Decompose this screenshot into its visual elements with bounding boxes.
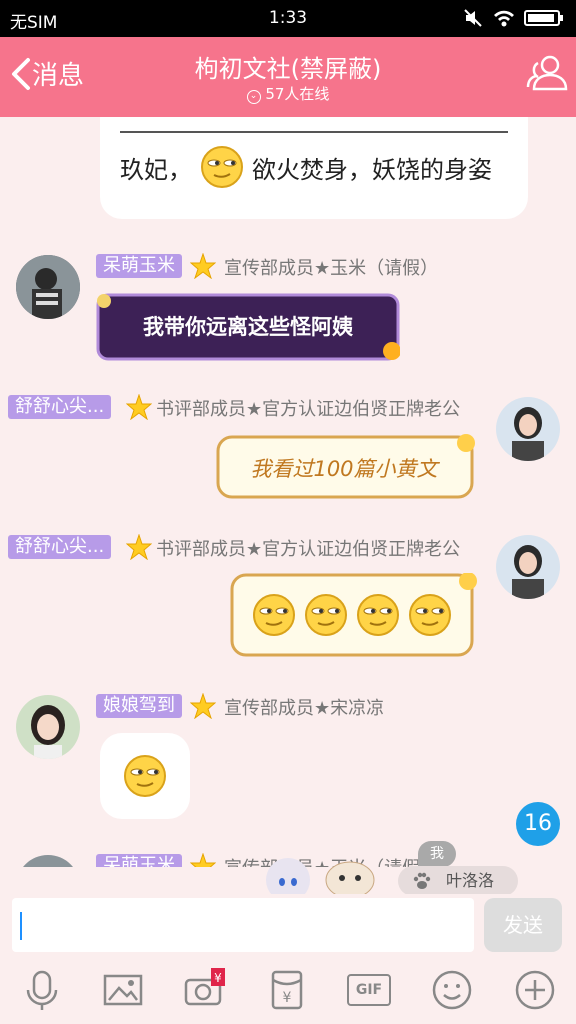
gif-button[interactable]: GIF <box>347 974 391 1006</box>
attachment-toolbar: ¥ ¥ GIF <box>0 958 576 1024</box>
avatar[interactable] <box>16 255 80 319</box>
decoration-characters <box>266 858 375 898</box>
wifi-icon <box>494 10 514 27</box>
red-packet-icon[interactable]: ¥ <box>265 968 309 1012</box>
status-bar: 无SIM 1:33 <box>0 0 576 37</box>
smirk-emoji-icon <box>305 594 347 636</box>
battery-icon <box>524 10 563 26</box>
message-list[interactable]: 玖妃， 欲火焚身，妖饶的身姿 呆萌玉米 宣传部成员★玉米（请假） 我带你远离这些… <box>0 117 576 867</box>
svg-text:¥: ¥ <box>283 990 292 1006</box>
camera-icon[interactable]: ¥ <box>183 968 227 1012</box>
smirk-emoji-icon <box>201 146 243 188</box>
avatar[interactable] <box>16 695 80 759</box>
paw-icon <box>413 872 431 889</box>
sender-nickname[interactable]: 呆萌玉米 <box>96 254 182 278</box>
sender-nickname[interactable]: 呆萌玉米 <box>96 854 182 867</box>
message-input[interactable] <box>12 898 474 952</box>
emoji-icon[interactable] <box>430 968 474 1012</box>
sticker-bubble: 我看过100篇小黄文 <box>216 433 482 503</box>
avatar[interactable] <box>496 397 560 461</box>
svg-text:¥: ¥ <box>214 971 222 985</box>
member-role: 宣传部成员★玉米（请假） <box>224 258 439 279</box>
star-badge-icon <box>126 534 152 560</box>
member-role: 宣传部成员★宋凉凉 <box>224 698 385 719</box>
member-role: 书评部成员★官方认证边伯贤正牌老公 <box>156 399 461 420</box>
sender-nickname[interactable]: 娘娘驾到 <box>96 694 182 718</box>
chat-header: 消息 枸初文社(禁屏蔽) ⌄ 57人在线 <box>0 37 576 117</box>
avatar[interactable] <box>496 535 560 599</box>
microphone-icon[interactable] <box>20 968 64 1012</box>
emoji-bubble <box>230 573 480 659</box>
mention-chip[interactable]: 叶洛洛 <box>398 866 518 896</box>
sticker-bubble: 我带你远离这些怪阿姨 <box>96 293 400 363</box>
smirk-emoji-icon <box>357 594 399 636</box>
group-members-icon[interactable] <box>524 51 568 95</box>
emoji-bubble <box>100 733 190 819</box>
member-role: 书评部成员★官方认证边伯贤正牌老公 <box>156 539 461 560</box>
star-badge-icon <box>190 853 216 867</box>
smirk-emoji-icon <box>253 594 295 636</box>
mention-me-tag: 我 <box>418 841 456 867</box>
star-badge-icon <box>190 253 216 279</box>
compose-bar: 发送 <box>0 894 576 958</box>
mute-icon <box>464 9 482 27</box>
plus-icon[interactable] <box>513 968 557 1012</box>
group-title: 枸初文社(禁屏蔽) <box>194 55 382 83</box>
send-button[interactable]: 发送 <box>484 898 562 952</box>
star-badge-icon <box>126 394 152 420</box>
unread-count-badge[interactable]: 16 <box>516 802 560 846</box>
smirk-emoji-icon <box>124 755 166 797</box>
sender-nickname[interactable]: 舒舒心尖... <box>8 395 112 419</box>
avatar[interactable] <box>16 855 80 867</box>
online-count[interactable]: ⌄ 57人在线 <box>0 83 576 104</box>
image-icon[interactable] <box>101 968 145 1012</box>
message-bubble: 玖妃， 欲火焚身，妖饶的身姿 <box>100 117 528 219</box>
star-badge-icon <box>190 693 216 719</box>
sender-nickname[interactable]: 舒舒心尖... <box>8 535 112 559</box>
smirk-emoji-icon <box>409 594 451 636</box>
chevron-down-icon: ⌄ <box>246 90 261 104</box>
